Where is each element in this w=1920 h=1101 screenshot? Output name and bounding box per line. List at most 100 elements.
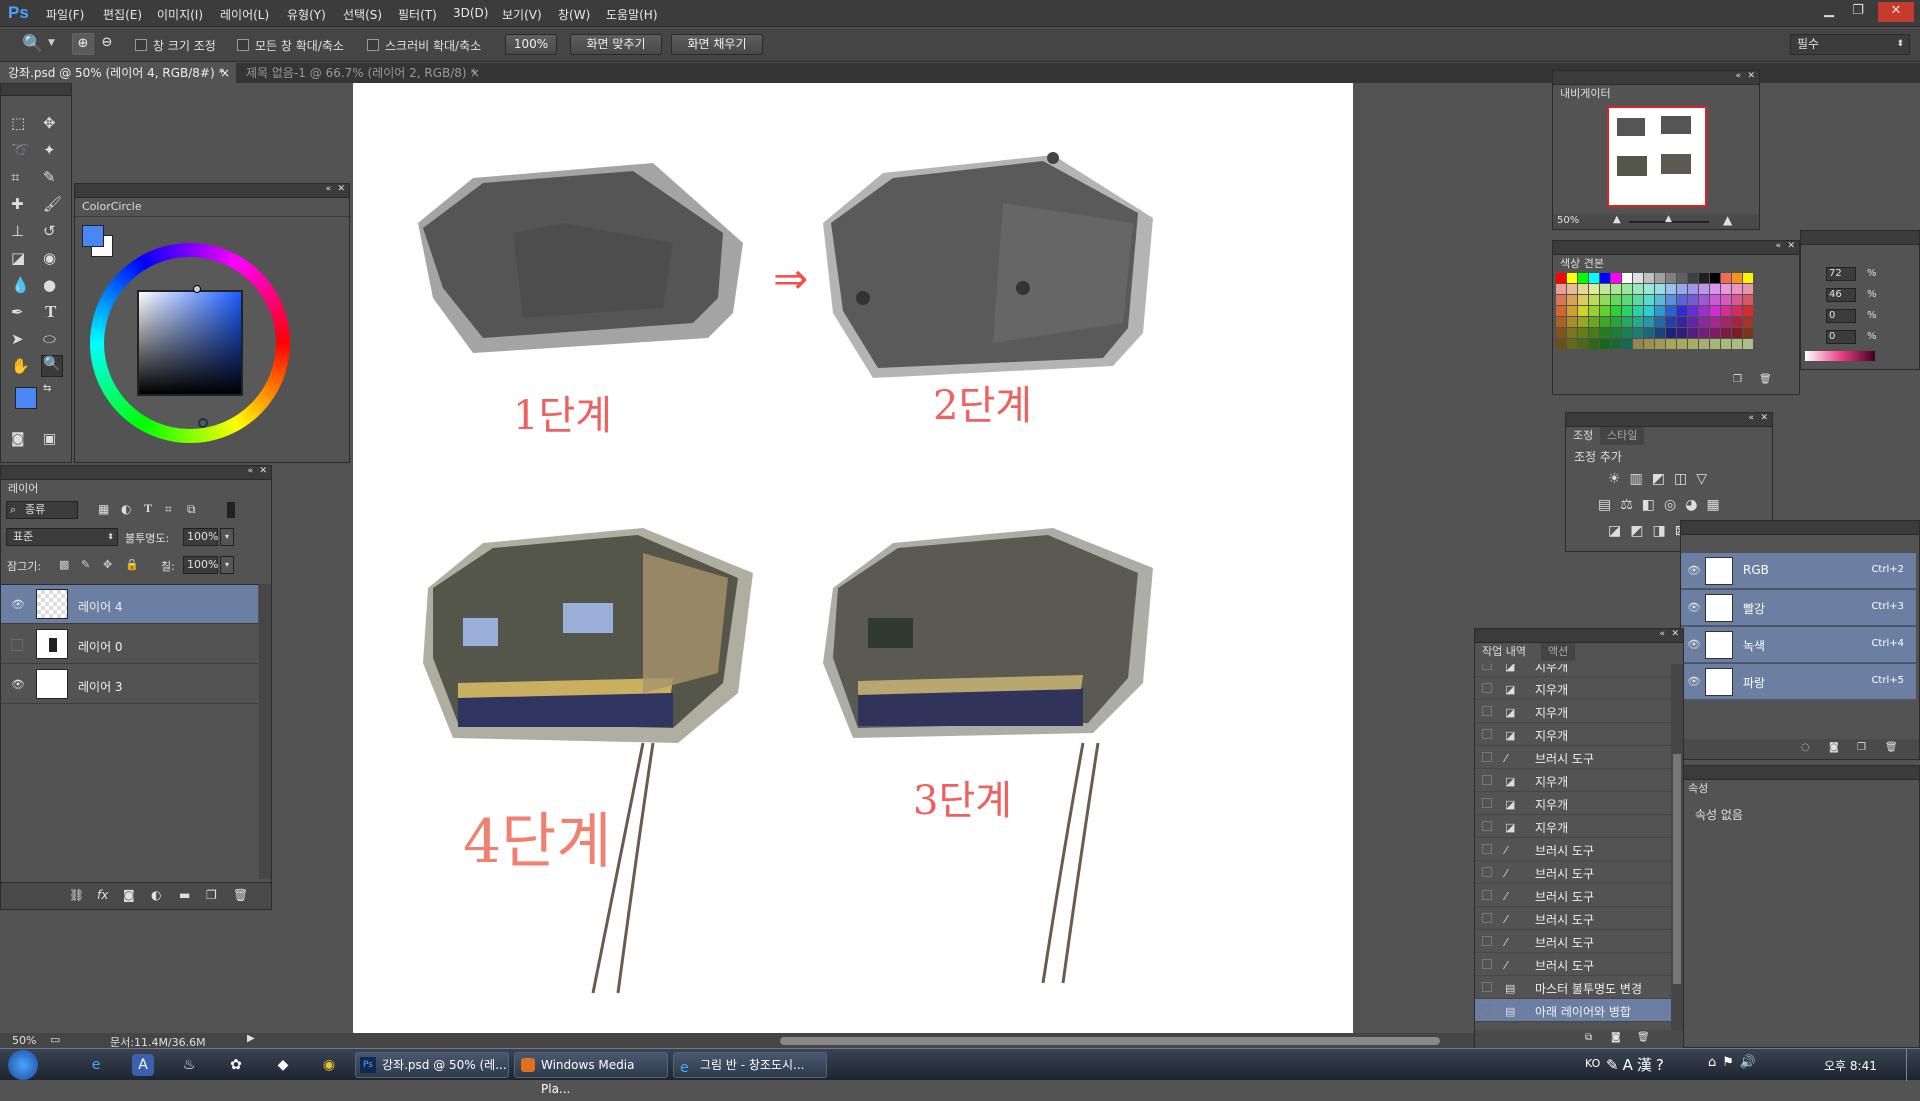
foreground-color-swatch[interactable] — [15, 387, 37, 409]
fill-input[interactable]: 100% — [183, 556, 218, 574]
task-browser[interactable]: e 그림 반 - 창조도시... — [673, 1052, 827, 1078]
color-marker[interactable] — [193, 285, 201, 293]
magic-wand-tool-icon[interactable]: ✦ — [43, 141, 56, 159]
color-swatch[interactable] — [1677, 317, 1687, 327]
swatch-grid[interactable] — [1553, 273, 1793, 365]
color-swatch[interactable] — [1710, 328, 1720, 338]
resize-windows-checkbox[interactable] — [135, 39, 147, 51]
eye-icon[interactable]: 👁 — [1687, 601, 1701, 614]
new-document-icon[interactable]: ⧉ — [1585, 1032, 1592, 1043]
history-item[interactable]: ⁄ 브러시 도구 — [1475, 861, 1671, 884]
tab-layers[interactable]: 레이어 — [1, 480, 46, 498]
magenta-value[interactable]: 46 — [1826, 288, 1856, 302]
history-source-checkbox[interactable] — [1482, 844, 1492, 854]
color-swatch[interactable] — [1655, 306, 1665, 316]
history-item[interactable]: ⁄ 브러시 도구 — [1475, 838, 1671, 861]
task-photoshop[interactable]: Ps 강좌.psd @ 50% (레... — [355, 1052, 509, 1078]
color-swatch[interactable] — [1567, 273, 1577, 283]
color-swatch[interactable] — [1589, 306, 1599, 316]
color-swatch[interactable] — [1611, 339, 1621, 349]
zoom-all-checkbox[interactable] — [237, 39, 249, 51]
color-swatch[interactable] — [1655, 317, 1665, 327]
eye-icon[interactable]: 👁 — [1687, 564, 1701, 577]
collapse-icon[interactable]: « — [1659, 629, 1665, 639]
color-swatch[interactable] — [1721, 284, 1731, 294]
color-swatch[interactable] — [1611, 295, 1621, 305]
move-tool-icon[interactable]: ✥ — [43, 114, 56, 132]
zoom-in-icon[interactable]: ▲ — [1723, 213, 1732, 227]
color-swatch[interactable] — [1589, 295, 1599, 305]
layer-row[interactable]: 👁 레이어 4 — [1, 585, 258, 624]
color-swatch[interactable] — [1589, 273, 1599, 283]
eye-icon[interactable]: 👁 — [11, 678, 25, 691]
filter-toggle[interactable] — [227, 502, 235, 518]
saturation-brightness-square[interactable] — [137, 290, 243, 396]
quick-mask-icon[interactable]: ◙ — [11, 431, 25, 447]
color-swatch[interactable] — [1578, 306, 1588, 316]
black-value[interactable]: 0 — [1826, 330, 1856, 344]
healing-tool-icon[interactable]: ✚ — [11, 195, 24, 213]
marquee-tool-icon[interactable]: ⬚ — [11, 114, 25, 132]
chrome-icon[interactable]: ◉ — [318, 1054, 340, 1076]
zoom-tool-icon[interactable]: 🔍 — [41, 355, 63, 377]
layer-row[interactable]: 👁 레이어 3 — [1, 665, 258, 704]
color-swatch[interactable] — [1567, 284, 1577, 294]
color-swatch[interactable] — [1644, 317, 1654, 327]
history-item[interactable]: ⁄ 브러시 도구 — [1475, 884, 1671, 907]
color-swatch[interactable] — [1743, 284, 1753, 294]
color-swatch[interactable] — [1567, 328, 1577, 338]
zoom-out-icon[interactable]: ⊖ — [96, 33, 118, 55]
status-icon[interactable]: ▭ — [50, 1033, 60, 1046]
collapse-icon[interactable]: « — [1775, 241, 1781, 251]
crop-tool-icon[interactable]: ⌗ — [11, 168, 19, 186]
app-a-icon[interactable]: A — [132, 1054, 154, 1076]
color-swatch[interactable] — [1721, 317, 1731, 327]
color-swatch[interactable] — [1743, 328, 1753, 338]
shape-filter-icon[interactable]: ⌗ — [165, 502, 172, 517]
layer-name[interactable]: 레이어 0 — [78, 638, 123, 655]
channel-row[interactable]: 👁 녹색 Ctrl+4 — [1681, 627, 1916, 663]
menu-type[interactable]: 유형(Y) — [287, 6, 326, 23]
color-swatch[interactable] — [1589, 284, 1599, 294]
color-swatch[interactable] — [1567, 306, 1577, 316]
app-icon[interactable]: ◆ — [272, 1054, 294, 1076]
close-icon[interactable]: ✕ — [1760, 413, 1768, 423]
tab-swatches[interactable]: 색상 견본 — [1553, 255, 1611, 273]
color-swatch[interactable] — [1578, 284, 1588, 294]
adjustment-row-2[interactable]: ▤⚖◧◎◕▦ — [1598, 497, 1729, 513]
close-icon[interactable]: ✕ — [1878, 2, 1914, 22]
color-swatch[interactable] — [1567, 317, 1577, 327]
close-icon[interactable]: ✕ — [259, 466, 267, 476]
pen-tool-icon[interactable]: ✒ — [11, 303, 24, 321]
history-item[interactable]: ⁄ 브러시 도구 — [1475, 907, 1671, 930]
history-source-checkbox[interactable] — [1482, 1005, 1492, 1015]
color-swatch[interactable] — [1677, 306, 1687, 316]
restore-icon[interactable]: ❐ — [1845, 2, 1871, 22]
color-swatch[interactable] — [1622, 328, 1632, 338]
start-button[interactable] — [8, 1050, 38, 1080]
color-swatch[interactable] — [1644, 339, 1654, 349]
color-swatch[interactable] — [1633, 339, 1643, 349]
channel-row[interactable]: 👁 RGB Ctrl+2 — [1681, 553, 1916, 589]
color-swatch[interactable] — [1699, 295, 1709, 305]
color-swatch[interactable] — [1732, 306, 1742, 316]
color-swatch[interactable] — [1556, 317, 1566, 327]
color-swatch[interactable] — [1611, 284, 1621, 294]
layers-scrollbar[interactable] — [259, 584, 271, 879]
dodge-tool-icon[interactable]: ● — [43, 276, 56, 294]
hue-ring[interactable] — [90, 243, 290, 443]
color-swatch[interactable] — [1688, 273, 1698, 283]
minimize-icon[interactable]: ▁ — [1816, 2, 1842, 22]
color-swatch[interactable] — [1710, 306, 1720, 316]
color-swatch[interactable] — [1644, 306, 1654, 316]
link-icon[interactable]: ⛓ — [69, 888, 84, 902]
color-swatch[interactable] — [1611, 328, 1621, 338]
history-item[interactable]: ◪ 지우개 — [1475, 677, 1671, 700]
color-swatch[interactable] — [1600, 306, 1610, 316]
color-swatch[interactable] — [1578, 295, 1588, 305]
selection-icon[interactable]: ◌ — [1801, 742, 1810, 753]
close-icon[interactable]: ✕ — [1671, 629, 1679, 639]
history-source-checkbox[interactable] — [1482, 867, 1492, 877]
cyan-value[interactable]: 72 — [1826, 267, 1856, 281]
color-swatch[interactable] — [1556, 295, 1566, 305]
